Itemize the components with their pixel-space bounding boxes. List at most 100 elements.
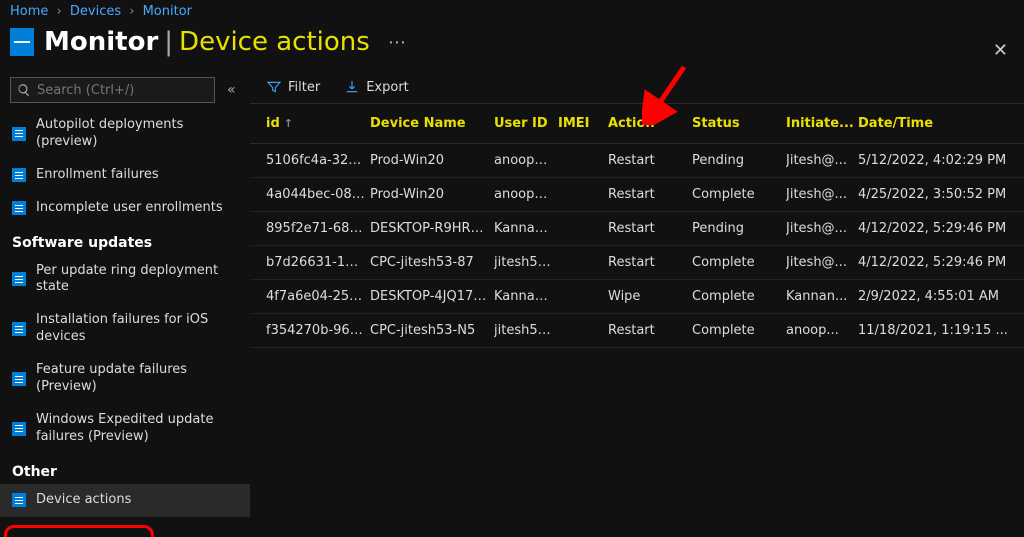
cell-action: Restart	[608, 323, 688, 338]
breadcrumb-home[interactable]: Home	[10, 4, 48, 19]
table-row[interactable]: 5106fc4a-32da...Prod-Win20anoopb...Resta…	[250, 144, 1024, 178]
cell-init: Jitesh@...	[786, 221, 854, 236]
sidebar-item-feature-update-failures[interactable]: Feature update failures (Preview)	[0, 354, 250, 404]
col-action[interactable]: Action	[608, 116, 688, 131]
cell-init: Jitesh@...	[786, 187, 854, 202]
table-row[interactable]: b7d26631-189... CPC-jitesh53-87 jitesh53..…	[250, 246, 1024, 280]
collapse-sidebar-button[interactable]: «	[223, 78, 240, 102]
search-icon	[17, 83, 31, 97]
cell-dt: 5/12/2022, 4:02:29 PM	[858, 153, 1008, 168]
cell-device: Prod-Win20	[370, 153, 490, 168]
table-row[interactable]: 895f2e71-68ef-... DESKTOP-R9HRU... Kannan.…	[250, 212, 1024, 246]
cell-init: Kannan...	[786, 289, 854, 304]
export-button[interactable]: Export	[344, 79, 409, 95]
filter-icon	[266, 79, 282, 95]
sidebar-item-label: Autopilot deployments (preview)	[36, 117, 238, 151]
content: Filter Export id Device Name User ID IME…	[250, 71, 1024, 537]
sidebar-item-ios-install-failures[interactable]: Installation failures for iOS devices	[0, 304, 250, 354]
col-init[interactable]: Initiate...	[786, 116, 854, 131]
cell-dt: 11/18/2021, 1:19:15 ...	[858, 323, 1008, 338]
breadcrumb-devices[interactable]: Devices	[70, 4, 121, 19]
cell-status: Complete	[692, 323, 782, 338]
sidebar: « Autopilot deployments (preview) Enroll…	[0, 71, 250, 537]
table-row[interactable]: 4a044bec-08b... Prod-Win20 anoopb... Restar…	[250, 178, 1024, 212]
cell-user: jitesh53...	[494, 323, 554, 338]
breadcrumb-sep: ›	[53, 4, 66, 19]
col-id[interactable]: id	[266, 116, 366, 131]
page-title: Monitor|Device actions	[44, 27, 370, 57]
cell-status: Pending	[692, 221, 782, 236]
sidebar-item-autopilot[interactable]: Autopilot deployments (preview)	[0, 109, 250, 159]
cell-device: DESKTOP-R9HRU...	[370, 221, 490, 236]
cell-id: f354270b-969f...	[266, 323, 366, 338]
sidebar-group-software-updates: Software updates	[0, 225, 250, 255]
cell-device: CPC-jitesh53-87	[370, 255, 490, 270]
list-icon	[12, 272, 26, 286]
cell-user: jitesh53...	[494, 255, 554, 270]
sidebar-item-per-update-ring[interactable]: Per update ring deployment state	[0, 255, 250, 305]
cell-id: 5106fc4a-32da...	[266, 153, 366, 168]
list-icon	[12, 493, 26, 507]
sidebar-item-label: Incomplete user enrollments	[36, 200, 223, 217]
col-user[interactable]: User ID	[494, 116, 554, 131]
cell-id: b7d26631-189...	[266, 255, 366, 270]
device-actions-table: id Device Name User ID IMEI Action Statu…	[250, 104, 1024, 348]
cell-action: Restart	[608, 153, 688, 168]
cell-id: 4f7a6e04-2561...	[266, 289, 366, 304]
sidebar-item-expedited-failures[interactable]: Windows Expedited update failures (Previ…	[0, 404, 250, 454]
cell-init: Jitesh@...	[786, 153, 854, 168]
sidebar-item-label: Feature update failures (Preview)	[36, 362, 238, 396]
cell-id: 4a044bec-08b...	[266, 187, 366, 202]
more-actions-button[interactable]: ⋯	[388, 32, 406, 53]
title-main: Monitor	[44, 27, 158, 57]
col-status[interactable]: Status	[692, 116, 782, 131]
table-row[interactable]: 4f7a6e04-2561... DESKTOP-4JQ17TD Kannan...…	[250, 280, 1024, 314]
cell-user: Kannan...	[494, 289, 554, 304]
filter-label: Filter	[288, 80, 320, 95]
list-icon	[12, 201, 26, 215]
sidebar-item-enrollment-failures[interactable]: Enrollment failures	[0, 159, 250, 192]
cell-init: anoop...	[786, 323, 854, 338]
search-input[interactable]	[37, 83, 208, 98]
list-icon	[12, 422, 26, 436]
cell-user: Kannan...	[494, 221, 554, 236]
col-imei[interactable]: IMEI	[558, 116, 604, 131]
cell-device: CPC-jitesh53-N5	[370, 323, 490, 338]
download-icon	[344, 79, 360, 95]
col-device[interactable]: Device Name	[370, 116, 490, 131]
search-input-wrap[interactable]	[10, 77, 215, 103]
cell-action: Restart	[608, 221, 688, 236]
sidebar-item-label: Device actions	[36, 492, 131, 509]
list-icon	[12, 372, 26, 386]
sidebar-item-device-actions[interactable]: Device actions	[0, 484, 250, 517]
cell-status: Complete	[692, 255, 782, 270]
cell-device: Prod-Win20	[370, 187, 490, 202]
cell-id: 895f2e71-68ef-...	[266, 221, 366, 236]
cell-status: Complete	[692, 289, 782, 304]
table-row[interactable]: f354270b-969f... CPC-jitesh53-N5 jitesh53.…	[250, 314, 1024, 348]
highlight-annotation	[4, 525, 154, 537]
breadcrumb-sep: ›	[125, 4, 138, 19]
cell-device: DESKTOP-4JQ17TD	[370, 289, 490, 304]
cell-action: Restart	[608, 187, 688, 202]
close-button[interactable]: ✕	[993, 40, 1008, 61]
sidebar-item-incomplete-enrollments[interactable]: Incomplete user enrollments	[0, 192, 250, 225]
cell-action: Restart	[608, 255, 688, 270]
sidebar-nav[interactable]: Autopilot deployments (preview) Enrollme…	[0, 109, 250, 537]
sidebar-item-label: Enrollment failures	[36, 167, 159, 184]
cell-dt: 4/12/2022, 5:29:46 PM	[858, 221, 1008, 236]
list-icon	[12, 168, 26, 182]
list-icon	[12, 127, 26, 141]
cell-user: anoopb...	[494, 187, 554, 202]
col-date[interactable]: Date/Time	[858, 116, 1008, 131]
cell-status: Pending	[692, 153, 782, 168]
breadcrumb-monitor[interactable]: Monitor	[143, 4, 192, 19]
cell-dt: 4/25/2022, 3:50:52 PM	[858, 187, 1008, 202]
filter-button[interactable]: Filter	[266, 79, 320, 95]
cell-init: Jitesh@...	[786, 255, 854, 270]
cell-action: Wipe	[608, 289, 688, 304]
list-icon	[12, 322, 26, 336]
table-header: id Device Name User ID IMEI Action Statu…	[250, 104, 1024, 144]
toolbar: Filter Export	[250, 71, 1024, 104]
export-label: Export	[366, 80, 409, 95]
